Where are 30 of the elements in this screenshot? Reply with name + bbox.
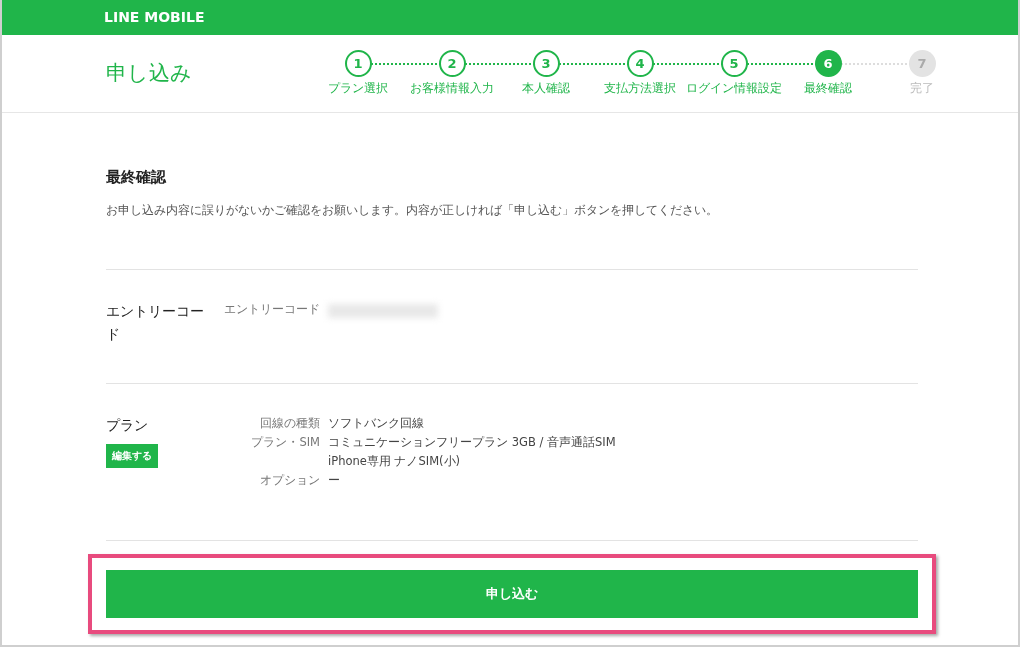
field-label: プラン・SIM: [250, 434, 320, 452]
edit-button[interactable]: 編集する: [106, 444, 158, 469]
field-value: iPhone専用 ナノSIM(小): [328, 453, 462, 471]
page-title: 申し込み: [106, 59, 192, 87]
field-label: エントリーコード: [224, 301, 320, 319]
step-number: 5: [720, 50, 748, 77]
step-number: 2: [438, 50, 466, 77]
submit-button[interactable]: 申し込む: [106, 570, 918, 619]
field-label: オプション: [259, 472, 320, 490]
step-label: 最終確認: [804, 80, 852, 97]
step-label: 支払方法選択: [604, 80, 676, 97]
instruction-text: お申し込み内容に誤りがないかご確認をお願いします。内容が正しければ「申し込む」ボタンを押してください。: [106, 202, 719, 219]
field-value: コミュニケーションフリープラン 3GB / 音声通話SIM: [328, 434, 616, 452]
step-number: 3: [532, 50, 560, 77]
logo: LINE MOBILE: [104, 9, 205, 25]
field-value: ソフトバンク回線: [328, 415, 424, 433]
step-number: 7: [908, 50, 936, 77]
section-title: エントリーコード: [106, 302, 205, 344]
step-label: プラン選択: [328, 80, 388, 97]
step-number: 4: [626, 50, 654, 77]
step-label: お客様情報入力: [410, 80, 494, 97]
step-label: 本人確認: [522, 80, 570, 97]
field-label: 回線の種類: [259, 415, 320, 433]
step-label: ログイン情報設定: [686, 80, 782, 97]
step-label: 完了: [910, 80, 934, 97]
field-value: ー: [328, 472, 340, 490]
step-number: 1: [344, 50, 372, 77]
step-number: 6: [814, 50, 842, 77]
section-title: プラン: [106, 416, 149, 436]
section-heading: 最終確認: [106, 168, 167, 186]
